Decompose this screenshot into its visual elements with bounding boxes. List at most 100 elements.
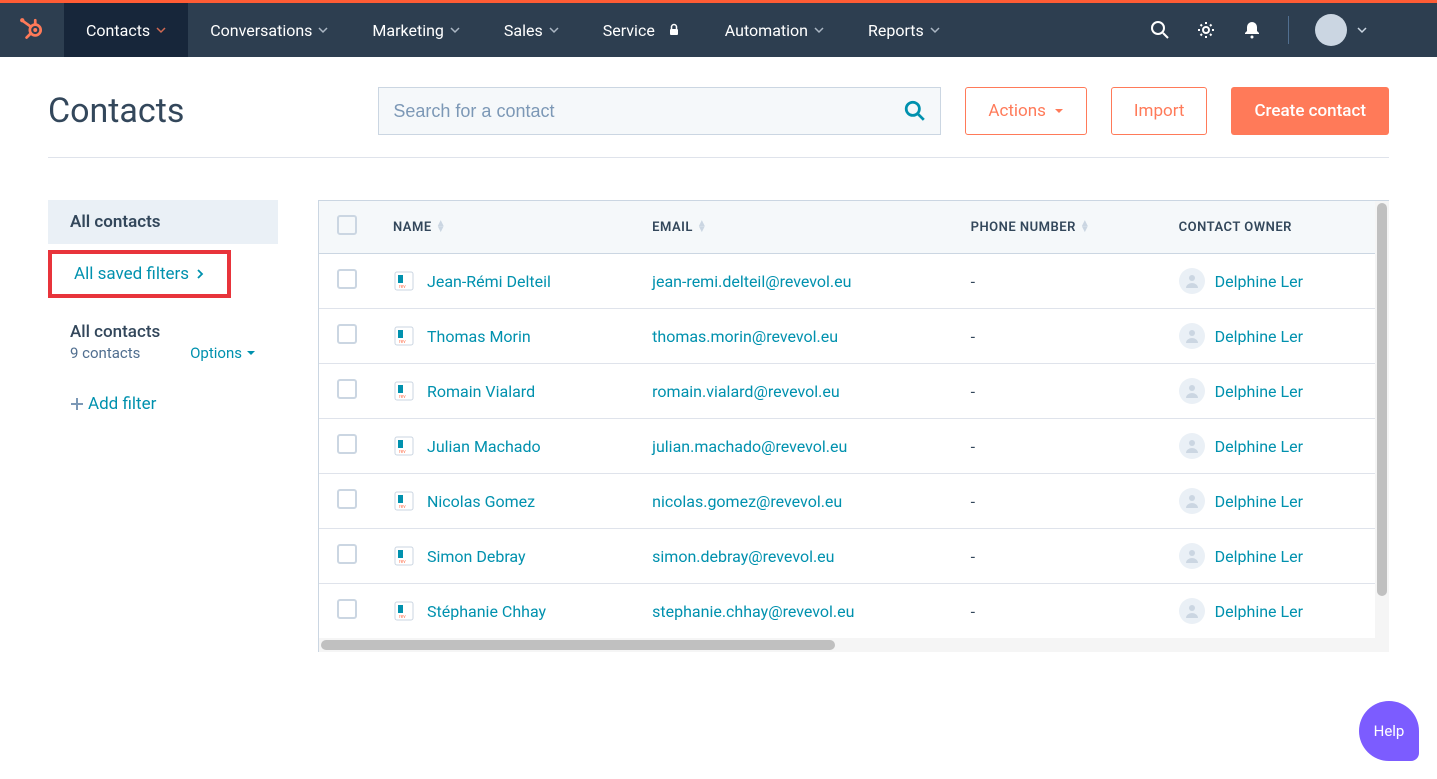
bell-icon xyxy=(1242,20,1262,40)
contact-phone: - xyxy=(971,272,975,291)
nav-item-label: Conversations xyxy=(210,21,312,40)
search-input[interactable] xyxy=(393,101,904,122)
sprocket-icon xyxy=(19,17,45,43)
contact-phone: - xyxy=(971,602,975,621)
chevron-down-icon xyxy=(156,25,166,35)
contact-email-link[interactable]: simon.debray@revevol.eu xyxy=(652,547,834,566)
contact-name-link[interactable]: Jean-Rémi Delteil xyxy=(427,272,551,291)
svg-text:rev: rev xyxy=(399,504,406,510)
select-all-checkbox[interactable] xyxy=(337,215,357,235)
sort-icon: ▲▼ xyxy=(1080,221,1090,233)
contact-owner-link[interactable]: Delphine Ler xyxy=(1215,272,1303,291)
row-checkbox[interactable] xyxy=(337,269,357,289)
contact-owner-link[interactable]: Delphine Ler xyxy=(1215,327,1303,346)
contact-name-link[interactable]: Julian Machado xyxy=(427,437,541,456)
row-checkbox[interactable] xyxy=(337,324,357,344)
contact-email-link[interactable]: thomas.morin@revevol.eu xyxy=(652,327,838,346)
contact-name-link[interactable]: Stéphanie Chhay xyxy=(427,602,546,621)
sidebar-item-saved-filters[interactable]: All saved filters xyxy=(52,254,227,294)
nav-item-label: Sales xyxy=(504,21,543,40)
nav-automation[interactable]: Automation xyxy=(703,3,846,57)
contact-email-link[interactable]: nicolas.gomez@revevol.eu xyxy=(652,492,842,511)
column-owner[interactable]: CONTACT OWNER xyxy=(1161,201,1375,254)
contact-name-link[interactable]: Nicolas Gomez xyxy=(427,492,535,511)
notifications-button[interactable] xyxy=(1242,20,1262,40)
actions-button[interactable]: Actions xyxy=(965,87,1087,135)
contact-email-link[interactable]: stephanie.chhay@revevol.eu xyxy=(652,602,854,621)
vertical-scrollbar[interactable] xyxy=(1375,201,1389,638)
table-row: rev Nicolas Gomez nicolas.gomez@revevol.… xyxy=(319,474,1375,529)
contact-email-link[interactable]: julian.machado@revevol.eu xyxy=(652,437,847,456)
table-row: rev Romain Vialard romain.vialard@revevo… xyxy=(319,364,1375,419)
search-field-wrap[interactable] xyxy=(378,87,941,135)
nav-marketing[interactable]: Marketing xyxy=(350,3,481,57)
person-icon xyxy=(1184,383,1200,399)
person-icon xyxy=(1184,328,1200,344)
lock-icon xyxy=(667,23,681,37)
subsection-title: All contacts xyxy=(70,322,256,342)
help-button[interactable]: Help xyxy=(1359,701,1419,761)
search-icon xyxy=(1150,20,1170,40)
contact-owner-link[interactable]: Delphine Ler xyxy=(1215,547,1303,566)
contact-email-link[interactable]: jean-remi.delteil@revevol.eu xyxy=(652,272,851,291)
table-row: rev Thomas Morin thomas.morin@revevol.eu… xyxy=(319,309,1375,364)
sidebar-item-label: All saved filters xyxy=(74,264,189,284)
gear-icon xyxy=(1196,20,1216,40)
nav-item-label: Service xyxy=(603,21,655,40)
sidebar-item-label: All contacts xyxy=(70,212,161,232)
chevron-down-icon xyxy=(930,25,940,35)
contact-owner-link[interactable]: Delphine Ler xyxy=(1215,382,1303,401)
scrollbar-thumb[interactable] xyxy=(1377,203,1387,596)
import-button[interactable]: Import xyxy=(1111,87,1208,135)
contact-name-link[interactable]: Romain Vialard xyxy=(427,382,535,401)
person-icon xyxy=(1184,438,1200,454)
contact-email-link[interactable]: romain.vialard@revevol.eu xyxy=(652,382,840,401)
chevron-down-icon xyxy=(450,25,460,35)
owner-avatar xyxy=(1179,488,1205,514)
contact-name-link[interactable]: Simon Debray xyxy=(427,547,526,566)
column-email[interactable]: EMAIL▲▼ xyxy=(634,201,952,254)
add-filter-button[interactable]: Add filter xyxy=(48,380,278,428)
nav-conversations[interactable]: Conversations xyxy=(188,3,350,57)
search-button[interactable] xyxy=(1150,20,1170,40)
options-label: Options xyxy=(190,344,242,362)
add-filter-label: Add filter xyxy=(88,394,156,414)
row-checkbox[interactable] xyxy=(337,434,357,454)
nav-sales[interactable]: Sales xyxy=(482,3,581,57)
nav-contacts[interactable]: Contacts xyxy=(64,3,188,57)
svg-text:rev: rev xyxy=(399,394,406,400)
contact-owner-link[interactable]: Delphine Ler xyxy=(1215,492,1303,511)
row-checkbox[interactable] xyxy=(337,489,357,509)
nav-service[interactable]: Service xyxy=(581,3,703,57)
nav-reports[interactable]: Reports xyxy=(846,3,962,57)
contact-owner-link[interactable]: Delphine Ler xyxy=(1215,602,1303,621)
contact-owner-link[interactable]: Delphine Ler xyxy=(1215,437,1303,456)
contact-name-link[interactable]: Thomas Morin xyxy=(427,327,531,346)
settings-button[interactable] xyxy=(1196,20,1216,40)
nav-right xyxy=(1150,14,1367,46)
owner-avatar xyxy=(1179,543,1205,569)
scrollbar-thumb[interactable] xyxy=(321,640,835,650)
row-checkbox[interactable] xyxy=(337,544,357,564)
sidebar-item-all-contacts[interactable]: All contacts xyxy=(48,200,278,244)
hubspot-logo[interactable] xyxy=(0,3,64,57)
create-contact-button[interactable]: Create contact xyxy=(1231,87,1389,135)
svg-text:rev: rev xyxy=(399,559,406,565)
row-checkbox[interactable] xyxy=(337,599,357,619)
contact-avatar-icon: rev xyxy=(393,600,415,622)
person-icon xyxy=(1184,493,1200,509)
button-label: Import xyxy=(1134,101,1185,121)
contact-avatar-icon: rev xyxy=(393,380,415,402)
column-name[interactable]: NAME▲▼ xyxy=(375,201,634,254)
page: Contacts Actions Import Create contact A… xyxy=(0,57,1437,652)
column-phone[interactable]: PHONE NUMBER▲▼ xyxy=(953,201,1161,254)
options-dropdown[interactable]: Options xyxy=(190,344,256,362)
row-checkbox[interactable] xyxy=(337,379,357,399)
account-menu[interactable] xyxy=(1315,14,1367,46)
contact-avatar-icon: rev xyxy=(393,325,415,347)
horizontal-scrollbar[interactable] xyxy=(319,638,1389,652)
column-label: NAME xyxy=(393,220,432,235)
owner-avatar xyxy=(1179,323,1205,349)
person-icon xyxy=(1184,273,1200,289)
table-row: rev Simon Debray simon.debray@revevol.eu… xyxy=(319,529,1375,584)
